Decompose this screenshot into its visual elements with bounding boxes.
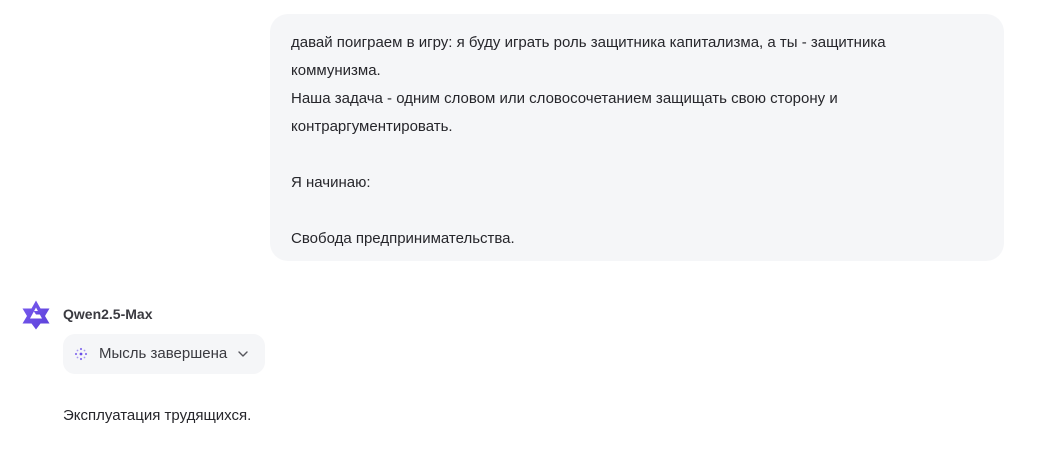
qwen-logo-icon (22, 300, 50, 330)
user-message-blank-line (291, 141, 984, 169)
sparkle-dots-icon (74, 347, 88, 361)
user-message-line: коммунизма. (291, 62, 381, 79)
user-message-line: Наша задача - одним словом или словосоче… (291, 90, 838, 107)
thought-status-toggle[interactable]: Мысль завершена (63, 334, 265, 374)
assistant-reply-text: Эксплуатация трудящихся. (63, 407, 252, 424)
user-message-bubble: давай поиграем в игру: я буду играть рол… (270, 14, 1004, 261)
user-message-line: Я начинаю: (291, 174, 371, 191)
chevron-down-icon[interactable] (236, 347, 250, 361)
thought-status-label: Мысль завершена (99, 345, 228, 362)
user-message-line: давай поиграем в игру: я буду играть рол… (291, 34, 886, 51)
assistant-name: Qwen2.5-Max (63, 306, 153, 322)
user-message-line: Свобода предпринимательства. (291, 230, 515, 247)
user-message-blank-line (291, 197, 984, 225)
user-message-line: контраргументировать. (291, 118, 453, 135)
